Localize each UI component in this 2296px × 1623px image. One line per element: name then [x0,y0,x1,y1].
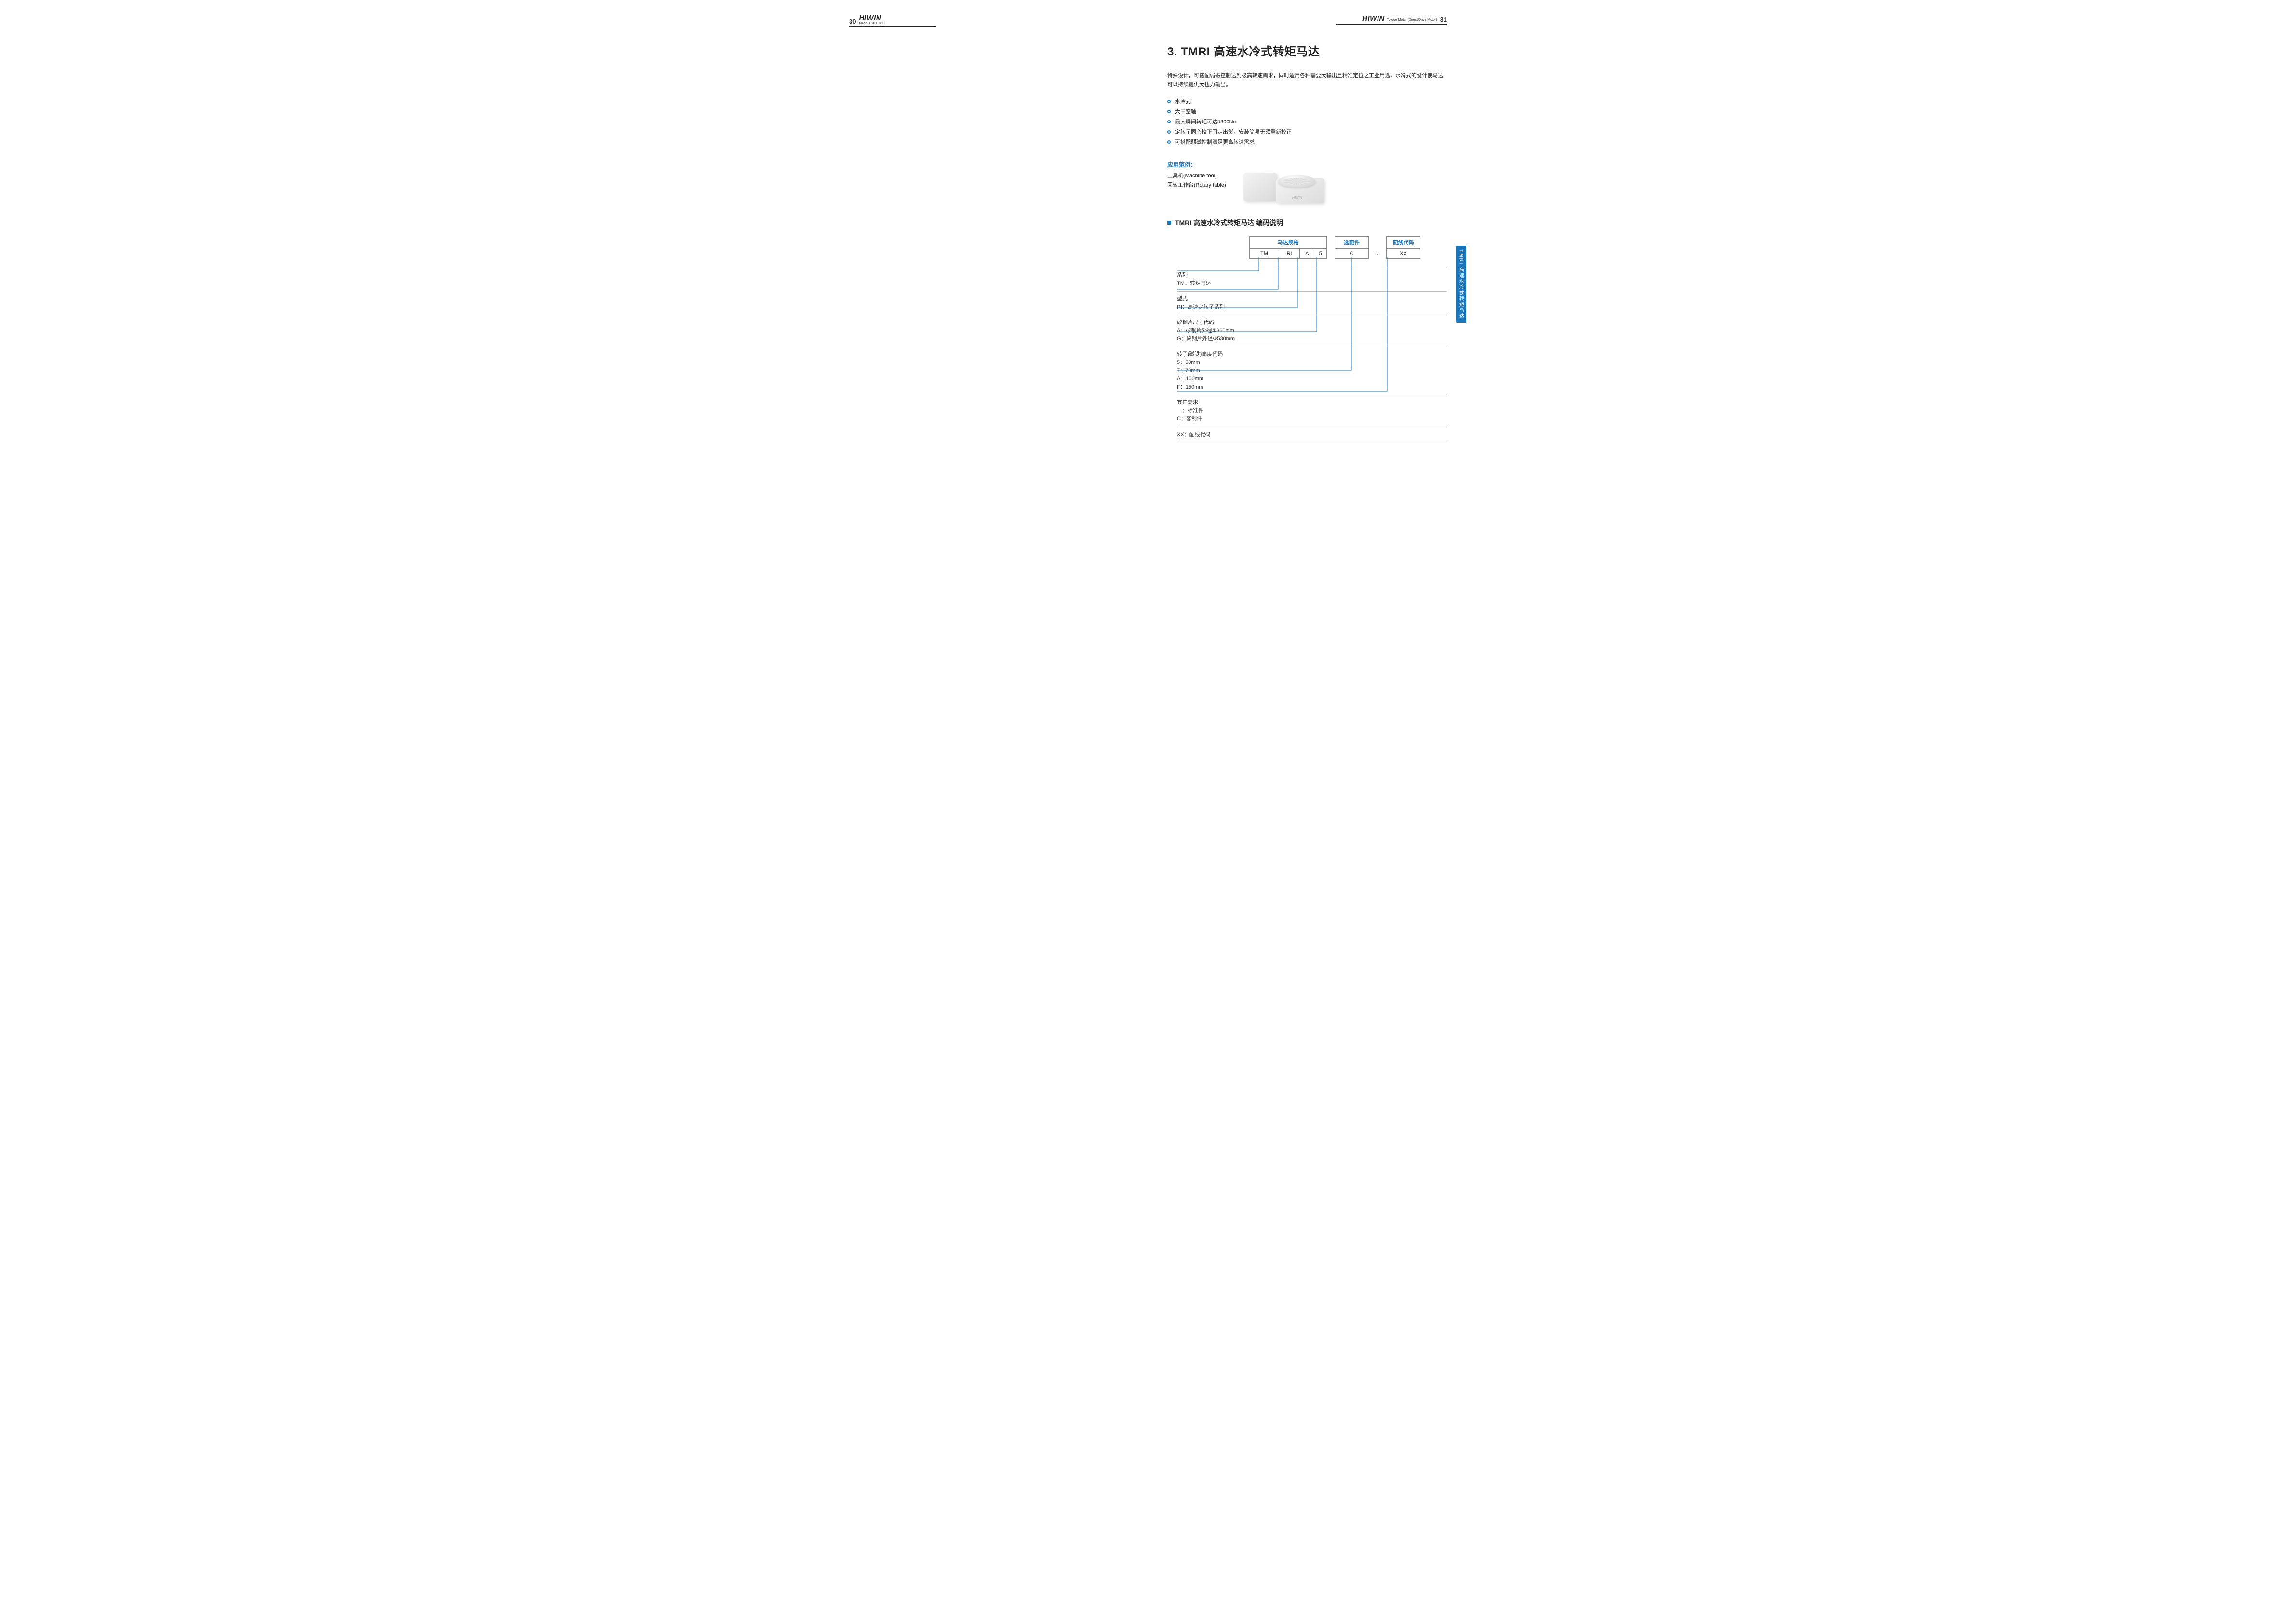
explain-desc: A：100mm [1177,375,1447,383]
code-cell: TM [1250,248,1279,258]
explain-row: 系列 TM：转矩马达 [1177,268,1447,291]
col-header: 马达规格 [1250,236,1327,248]
doc-code: MR99TS01-1800 [859,22,886,25]
header-left: 30 HIWIN MR99TS01-1800 [849,14,936,27]
explain-label: 其它需求 [1177,398,1447,406]
explain-desc: F：150mm [1177,383,1447,391]
feature-item: 定转子同心校正固定出货，安装简易无须重新校正 [1167,127,1447,137]
application-line: 回转工作台(Rotary table) [1167,181,1226,190]
code-cell: XX [1387,248,1420,258]
explain-desc: XX：配线代码 [1177,431,1447,439]
coding-diagram: 马达规格 TM RI A 5 选配件 C [1177,236,1447,443]
explain-row: 型式 RI：高速定转子系列 [1177,291,1447,315]
feature-item: 大中空轴 [1167,107,1447,117]
explain-row: 转子(磁铁)高度代码 5：50mm 7：70mm A：100mm F：150mm [1177,347,1447,395]
code-table-wire: 配线代码 XX [1386,236,1420,259]
code-dash: - [1377,238,1378,257]
application-heading: 应用范例： [1167,160,1226,170]
section-title: 3. TMRI 高速水冷式转矩马达 [1167,42,1447,59]
explain-label: 矽钢片尺寸代码 [1177,318,1447,326]
page-number-left: 30 [849,18,856,25]
explain-row: 其它需求 ：标准件 C：客制件 [1177,395,1447,427]
explain-desc: 5：50mm [1177,359,1447,367]
square-bullet-icon [1167,221,1171,225]
code-table-opt: 选配件 C [1335,236,1369,259]
illus-brand-label: HIWIN [1292,196,1302,200]
coding-subhead: TMRI 高速水冷式转矩马达 编码说明 [1167,218,1447,228]
explain-row: 矽钢片尺寸代码 A：矽钢片外径Φ360mm G：矽钢片外径Φ530mm [1177,315,1447,347]
page-number-right: 31 [1440,16,1447,23]
coding-subhead-text: TMRI 高速水冷式转矩马达 编码说明 [1175,218,1283,228]
code-table-spec: 马达规格 TM RI A 5 [1249,236,1327,259]
feature-list: 水冷式 大中空轴 最大瞬间转矩可达5300Nm 定转子同心校正固定出货，安装简易… [1167,97,1447,147]
section-lead: 特殊设计，可搭配弱磁控制达到极高转速需求，同时适用各种需要大输出且精准定位之工业… [1167,71,1447,89]
explain-desc: C：客制件 [1177,415,1447,423]
rotary-table-illustration: HIWIN [1241,160,1327,203]
code-cell: C [1335,248,1369,258]
code-cell: 5 [1314,248,1327,258]
side-tab: TMRI 高速水冷式转矩马达 [1456,246,1466,323]
explain-desc: G：矽钢片外径Φ530mm [1177,335,1447,343]
explain-desc: ：标准件 [1177,407,1447,415]
feature-item: 可搭配弱磁控制满足更高转速需求 [1167,137,1447,148]
explain-desc: A：矽钢片外径Φ360mm [1177,327,1447,335]
feature-item: 最大瞬间转矩可达5300Nm [1167,117,1447,127]
col-header: 配线代码 [1387,236,1420,248]
application-line: 工具机(Machine tool) [1167,172,1226,181]
explain-label: 型式 [1177,295,1447,302]
header-right: HIWIN Torque Motor (Direct Drive Motor) … [1336,14,1447,25]
explain-label: 系列 [1177,271,1447,279]
code-explain: 系列 TM：转矩马达 型式 RI：高速定转子系列 矽钢片尺寸代码 A：矽钢片外径… [1177,268,1447,443]
code-cell: A [1300,248,1314,258]
explain-desc: TM：转矩马达 [1177,280,1447,288]
code-cell: RI [1279,248,1299,258]
col-header: 选配件 [1335,236,1369,248]
explain-row: XX：配线代码 [1177,427,1447,443]
feature-item: 水冷式 [1167,97,1447,107]
explain-desc: 7：70mm [1177,367,1447,375]
explain-label: 转子(磁铁)高度代码 [1177,350,1447,358]
doc-subtitle: Torque Motor (Direct Drive Motor) [1387,18,1437,22]
explain-desc: RI：高速定转子系列 [1177,303,1447,311]
brand-logo: HIWIN [1362,14,1385,23]
brand-logo: HIWIN [859,14,886,22]
